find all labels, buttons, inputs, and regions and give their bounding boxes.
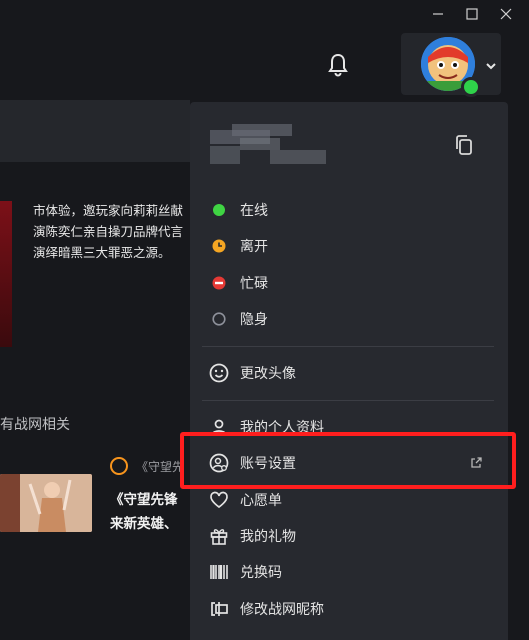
gift-icon <box>208 525 230 547</box>
article-title[interactable]: 《守望先锋 来新英雄、 <box>110 488 190 536</box>
news-line: 市体验，邀玩家向莉莉丝献 <box>33 203 184 218</box>
profile-button[interactable] <box>401 33 501 97</box>
status-label: 隐身 <box>240 312 268 328</box>
chevron-down-icon <box>485 57 497 76</box>
busy-icon <box>212 276 226 290</box>
status-label: 离开 <box>240 239 268 255</box>
barcode-icon <box>208 561 230 583</box>
menu-item-label: 兑换码 <box>240 565 282 581</box>
menu-item-label: 修改战网昵称 <box>240 602 324 618</box>
news-line: 演绎暗黑三大罪恶之源。 <box>33 245 171 260</box>
online-status-dot <box>461 77 481 97</box>
search-bar-area <box>0 100 190 162</box>
menu-item-label: 我的礼物 <box>240 529 296 545</box>
invisible-icon <box>212 312 226 326</box>
smiley-icon <box>208 362 230 384</box>
gifts-item[interactable]: 我的礼物 <box>190 518 508 554</box>
minimize-icon[interactable] <box>423 4 453 24</box>
battletag-icon <box>208 598 230 620</box>
news-image <box>0 201 12 347</box>
window-controls <box>423 4 521 24</box>
copy-icon[interactable] <box>454 134 474 156</box>
bell-icon[interactable] <box>326 52 350 78</box>
article-title-line: 来新英雄、 <box>110 516 178 532</box>
article-title-line: 《守望先锋 <box>110 492 178 508</box>
overwatch-icon <box>110 457 128 475</box>
heart-icon <box>208 489 230 511</box>
status-online[interactable]: 在线 <box>190 192 508 228</box>
redeem-code-item[interactable]: 兑换码 <box>190 554 508 590</box>
close-icon[interactable] <box>491 4 521 24</box>
article-source: 《守望先 <box>136 460 185 474</box>
status-busy[interactable]: 忙碌 <box>190 265 508 301</box>
news-snippet: 市体验，邀玩家向莉莉丝献 演陈奕仁亲自操刀品牌代言 演绎暗黑三大罪恶之源。 <box>33 200 193 263</box>
divider <box>202 346 494 347</box>
status-label: 忙碌 <box>240 276 268 292</box>
status-away[interactable]: 离开 <box>190 228 508 264</box>
divider <box>202 400 494 401</box>
menu-item-label: 心愿单 <box>240 493 282 509</box>
section-title: 有战网相关 <box>0 417 70 433</box>
status-label: 在线 <box>240 203 268 219</box>
change-battletag-item[interactable]: 修改战网昵称 <box>190 591 508 627</box>
news-line: 演陈奕仁亲自操刀品牌代言 <box>33 224 184 239</box>
profile-dropdown-menu: 在线 离开 忙碌 隐身 更改头像 我的个人资料 账号设置 心愿单 我的礼物 兑换… <box>190 102 508 640</box>
online-dot-icon <box>213 204 225 216</box>
highlight-annotation <box>180 432 516 489</box>
change-avatar-item[interactable]: 更改头像 <box>190 355 508 391</box>
maximize-icon[interactable] <box>457 4 487 24</box>
blurred-username <box>210 124 326 168</box>
menu-item-label: 更改头像 <box>240 366 296 382</box>
status-invisible[interactable]: 隐身 <box>190 301 508 337</box>
article-thumbnail[interactable] <box>0 474 92 532</box>
clock-icon <box>212 239 226 253</box>
